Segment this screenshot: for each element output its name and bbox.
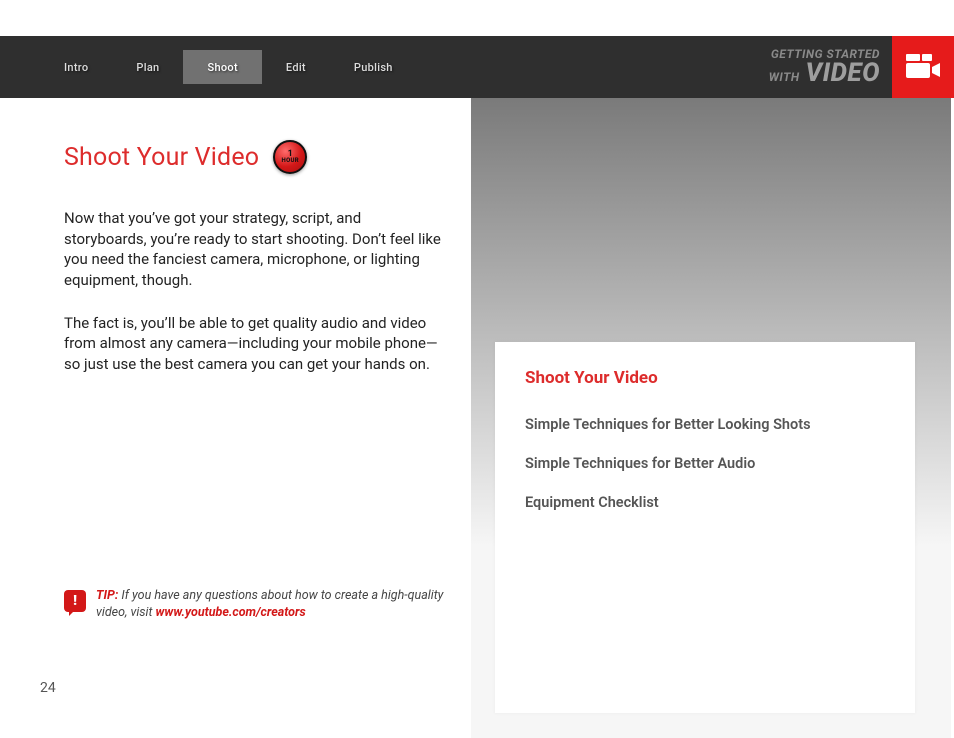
badge-unit: HOUR xyxy=(282,158,299,163)
tip-label: TIP: xyxy=(96,588,118,603)
para-1: Now that you’ve got your strategy, scrip… xyxy=(64,208,444,291)
page: Intro Plan Shoot Edit Publish GETTING ST… xyxy=(0,0,954,738)
para-2: The fact is, you’ll be able to get quali… xyxy=(64,313,444,375)
title-row: Shoot Your Video 1 HOUR xyxy=(64,140,444,174)
video-camera-icon xyxy=(892,36,954,98)
main-content: Shoot Your Video 1 HOUR Now that you’ve … xyxy=(64,140,444,397)
toc-item-1[interactable]: Simple Techniques for Better Looking Sho… xyxy=(525,416,885,433)
page-number: 24 xyxy=(40,680,56,696)
header-bar: Intro Plan Shoot Edit Publish GETTING ST… xyxy=(0,36,954,98)
tab-shoot[interactable]: Shoot xyxy=(183,50,261,84)
brand-text: GETTING STARTED WITH VIDEO xyxy=(769,48,892,86)
tab-publish[interactable]: Publish xyxy=(330,50,417,84)
toc-card: Shoot Your Video Simple Techniques for B… xyxy=(495,342,915,713)
tip-link[interactable]: www.youtube.com/creators xyxy=(156,605,306,620)
toc-heading: Shoot Your Video xyxy=(525,368,885,388)
tip-block: ! TIP: If you have any questions about h… xyxy=(64,588,454,622)
brand-with: WITH xyxy=(769,70,800,84)
brand-video: VIDEO xyxy=(806,58,880,88)
brand-block: GETTING STARTED WITH VIDEO xyxy=(769,36,954,98)
toc-item-3[interactable]: Equipment Checklist xyxy=(525,494,885,511)
page-title: Shoot Your Video xyxy=(64,143,259,172)
duration-badge: 1 HOUR xyxy=(273,140,307,174)
nav-tabs: Intro Plan Shoot Edit Publish xyxy=(40,50,417,84)
tab-intro[interactable]: Intro xyxy=(40,50,112,84)
tip-text: TIP: If you have any questions about how… xyxy=(96,588,454,622)
tab-edit[interactable]: Edit xyxy=(262,50,330,84)
toc-item-2[interactable]: Simple Techniques for Better Audio xyxy=(525,455,885,472)
exclamation-icon: ! xyxy=(64,590,86,612)
tab-plan[interactable]: Plan xyxy=(112,50,183,84)
right-panel: Shoot Your Video Simple Techniques for B… xyxy=(471,98,951,738)
